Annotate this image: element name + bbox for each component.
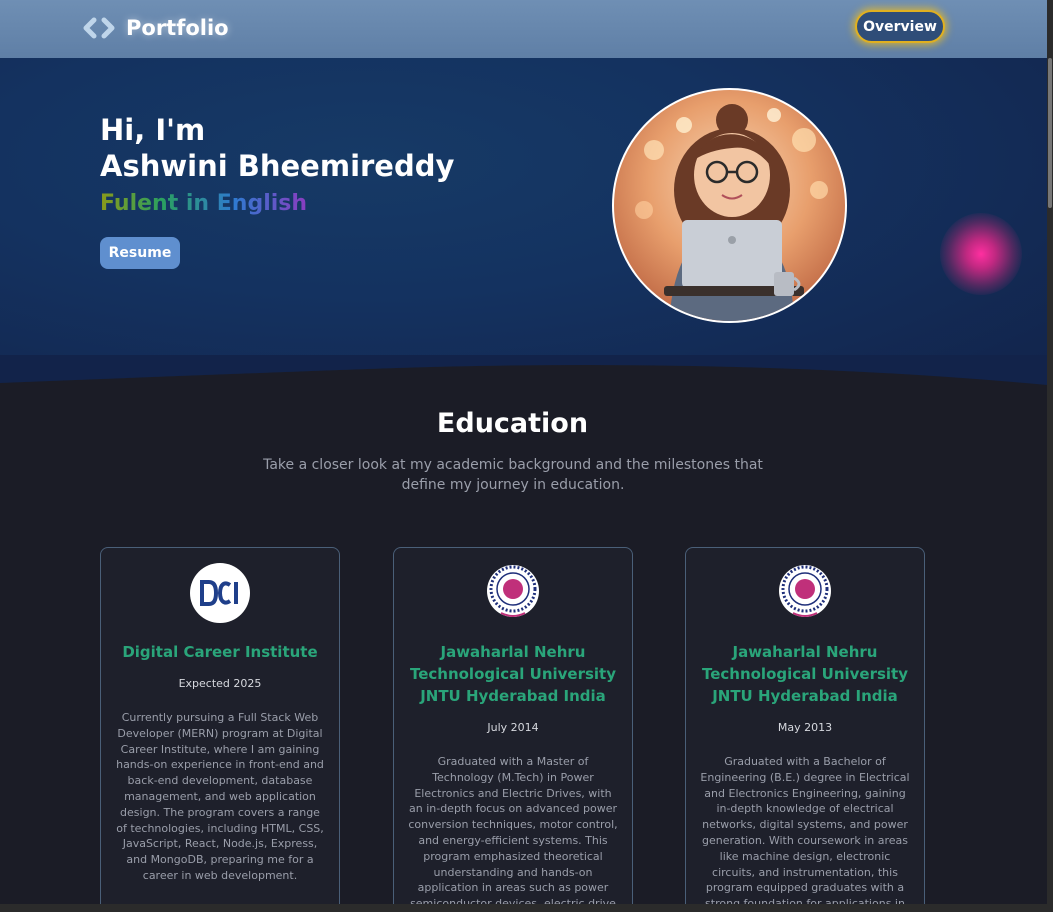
institution-name: Jawaharlal Nehru Technological Universit… xyxy=(409,643,617,705)
education-date: July 2014 xyxy=(487,721,539,734)
code-brackets-icon xyxy=(83,17,115,39)
institution-name: Jawaharlal Nehru Technological Universit… xyxy=(701,643,909,705)
education-card: Digital Career Institute Expected 2025 C… xyxy=(100,547,340,912)
resume-button[interactable]: Resume xyxy=(100,237,180,269)
jntu-seal-icon xyxy=(779,565,831,617)
vertical-scrollbar-thumb[interactable] xyxy=(1048,58,1052,208)
hero-tagline: Fulent in English xyxy=(100,191,308,216)
brand-logo[interactable]: Portfolio xyxy=(82,14,229,42)
hero-greeting: Hi, I'm xyxy=(100,113,206,147)
jntu-seal-icon xyxy=(487,565,539,617)
education-description: Currently pursuing a Full Stack Web Deve… xyxy=(116,711,324,882)
education-card: Jawaharlal Nehru Technological Universit… xyxy=(685,547,925,912)
hero-name: Ashwini Bheemireddy xyxy=(100,149,455,183)
profile-avatar xyxy=(612,88,847,323)
brand-name: Portfolio xyxy=(126,16,229,40)
dci-logo-icon xyxy=(190,563,250,623)
top-navbar: Portfolio Overview xyxy=(0,0,1047,58)
education-subtitle: Take a closer look at my academic backgr… xyxy=(263,457,763,493)
overview-button[interactable]: Overview xyxy=(855,10,945,43)
decorative-glow-orb xyxy=(940,213,1022,295)
education-date: May 2013 xyxy=(777,721,833,734)
hero-wave-divider xyxy=(0,355,1047,415)
horizontal-scrollbar[interactable] xyxy=(0,904,1047,912)
education-description: Graduated with a Master of Technology (M… xyxy=(408,755,618,910)
hero-section xyxy=(0,58,1047,398)
education-description: Graduated with a Bachelor of Engineering… xyxy=(700,755,910,910)
education-date: Expected 2025 xyxy=(178,677,262,690)
education-title: Education xyxy=(436,408,589,439)
education-card: Jawaharlal Nehru Technological Universit… xyxy=(393,547,633,912)
institution-name: Digital Career Institute xyxy=(122,643,318,661)
